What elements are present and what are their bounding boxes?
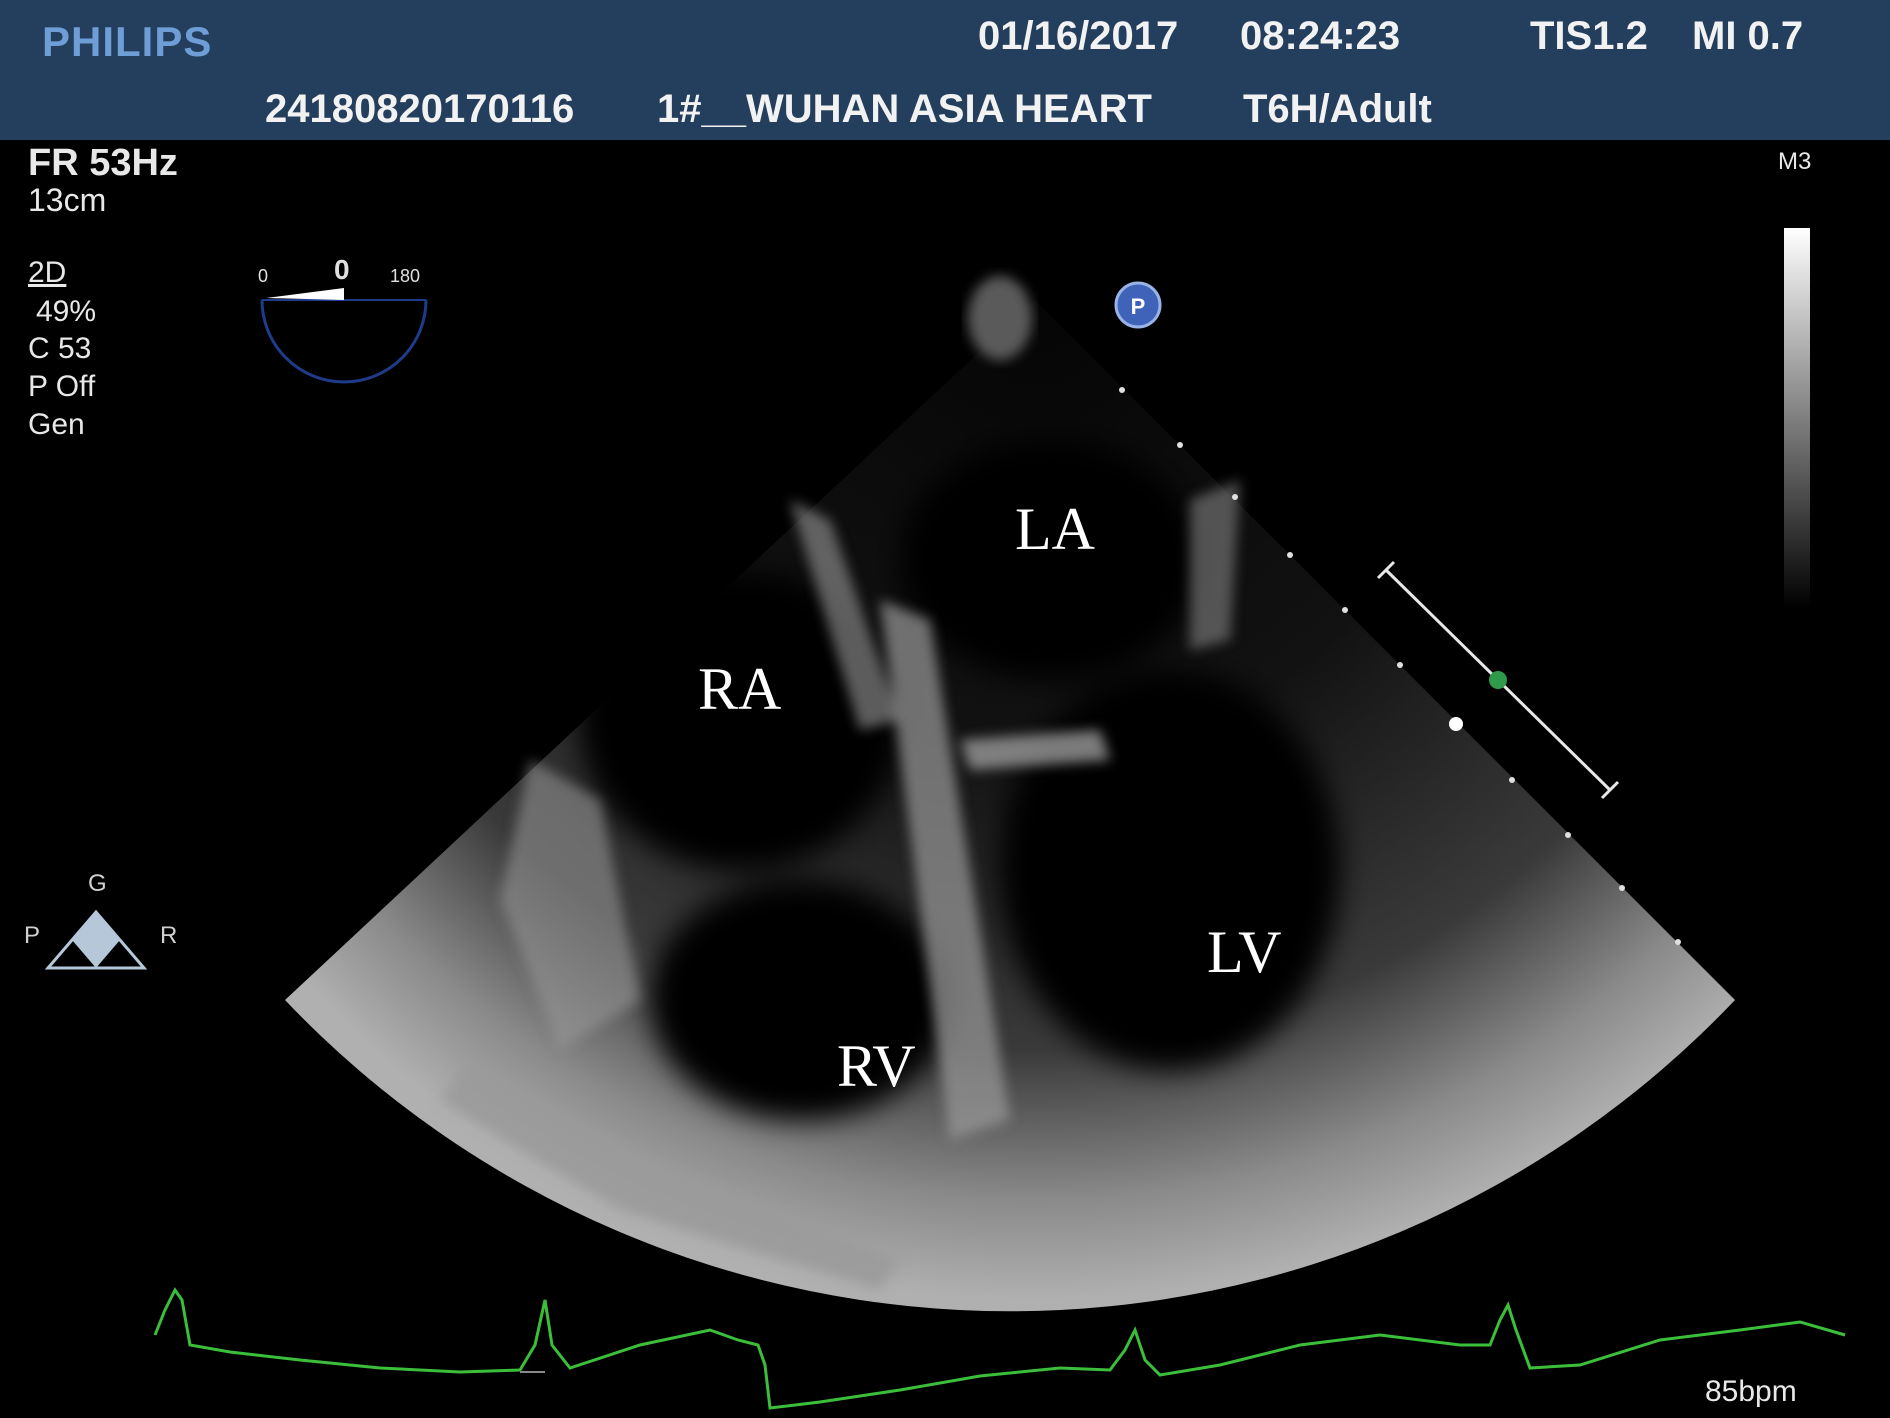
orientation-right-label: R (160, 922, 178, 949)
right-atrium-label: RA (698, 656, 782, 722)
grayscale-bar (1784, 228, 1810, 608)
institution-name: 1#__WUHAN ASIA HEART (657, 87, 1152, 131)
svg-text:P: P (1131, 294, 1146, 319)
exam-date: 01/16/2017 (978, 14, 1179, 58)
right-ventricle-label: RV (837, 1033, 916, 1099)
grayscale-map-label: M3 (1778, 148, 1812, 175)
heart-rate: 85bpm (1705, 1375, 1797, 1408)
exam-time: 08:24:23 (1240, 14, 1401, 58)
header-bar: PHILIPS 01/16/2017 08:24:23 TIS1.2 MI 0.… (0, 0, 1890, 140)
angle-min-label: 0 (258, 266, 269, 286)
frame-rate: FR 53Hz (28, 142, 178, 184)
left-ventricle-label: LV (1207, 919, 1282, 985)
probe-preset: T6H/Adult (1243, 87, 1432, 131)
tis-readout: TIS1.2 (1530, 14, 1648, 58)
depth-readout: 13cm (28, 182, 107, 218)
brand-logo: PHILIPS (42, 18, 213, 65)
preset-readout: Gen (28, 408, 85, 441)
orientation-left-label: P (24, 922, 41, 949)
ultrasound-scene: P (44, 228, 1846, 1410)
caliper-focus-marker (1489, 671, 1507, 689)
probe-artifact (968, 276, 1032, 360)
compression-readout: C 53 (28, 332, 92, 365)
angle-max-label: 180 (390, 266, 421, 286)
gain-readout: 49% (36, 295, 97, 328)
persistence-readout: P Off (28, 370, 96, 403)
mi-readout: MI 0.7 (1692, 14, 1804, 58)
focus-dot (1449, 717, 1463, 731)
patient-id: 24180820170116 (265, 87, 575, 131)
orientation-top-label: G (88, 870, 107, 897)
angle-value: 0 (334, 254, 350, 285)
imaging-mode: 2D (28, 256, 67, 289)
orientation-icon (44, 909, 148, 970)
left-atrium-label: LA (1015, 496, 1095, 562)
p-marker-icon: P (1114, 281, 1162, 329)
angle-indicator-icon (260, 288, 428, 384)
